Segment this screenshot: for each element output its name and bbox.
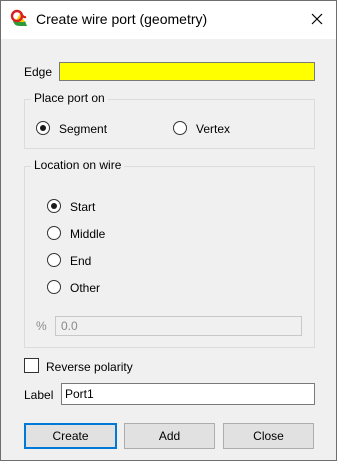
location-on-wire-title: Location on wire — [31, 158, 125, 172]
end-label[interactable]: End — [70, 254, 91, 268]
create-button[interactable]: Create — [24, 423, 117, 449]
reverse-polarity-label[interactable]: Reverse polarity — [46, 360, 133, 374]
edge-label: Edge — [24, 65, 53, 79]
other-label[interactable]: Other — [70, 281, 100, 295]
cst-app-icon — [10, 9, 30, 29]
start-radio[interactable] — [47, 199, 61, 213]
dialog-title: Create wire port (geometry) — [36, 11, 208, 27]
end-radio[interactable] — [47, 253, 61, 267]
middle-radio[interactable] — [47, 226, 61, 240]
segment-radio[interactable] — [36, 121, 50, 135]
percent-label: % — [36, 319, 47, 333]
title-bar: Create wire port (geometry) — [1, 1, 336, 39]
other-radio[interactable] — [47, 280, 61, 294]
add-button-label: Add — [158, 429, 181, 443]
port-label-label: Label — [24, 388, 54, 402]
port-label-input[interactable]: Port1 — [61, 383, 315, 405]
close-icon — [311, 13, 323, 28]
place-port-on-title: Place port on — [31, 91, 108, 105]
create-button-label: Create — [52, 429, 89, 443]
segment-label[interactable]: Segment — [59, 122, 107, 136]
add-button[interactable]: Add — [124, 423, 215, 449]
start-label[interactable]: Start — [70, 200, 95, 214]
middle-label[interactable]: Middle — [70, 227, 105, 241]
vertex-radio[interactable] — [173, 121, 187, 135]
create-wire-port-dialog: Create wire port (geometry) Edge Place p… — [0, 0, 337, 461]
edge-field[interactable] — [59, 62, 315, 81]
close-button-label: Close — [253, 429, 284, 443]
close-window-button[interactable] — [297, 1, 336, 39]
vertex-label[interactable]: Vertex — [196, 122, 230, 136]
percent-input: 0.0 — [55, 316, 302, 336]
reverse-polarity-checkbox[interactable] — [24, 358, 39, 373]
close-button[interactable]: Close — [223, 423, 314, 449]
